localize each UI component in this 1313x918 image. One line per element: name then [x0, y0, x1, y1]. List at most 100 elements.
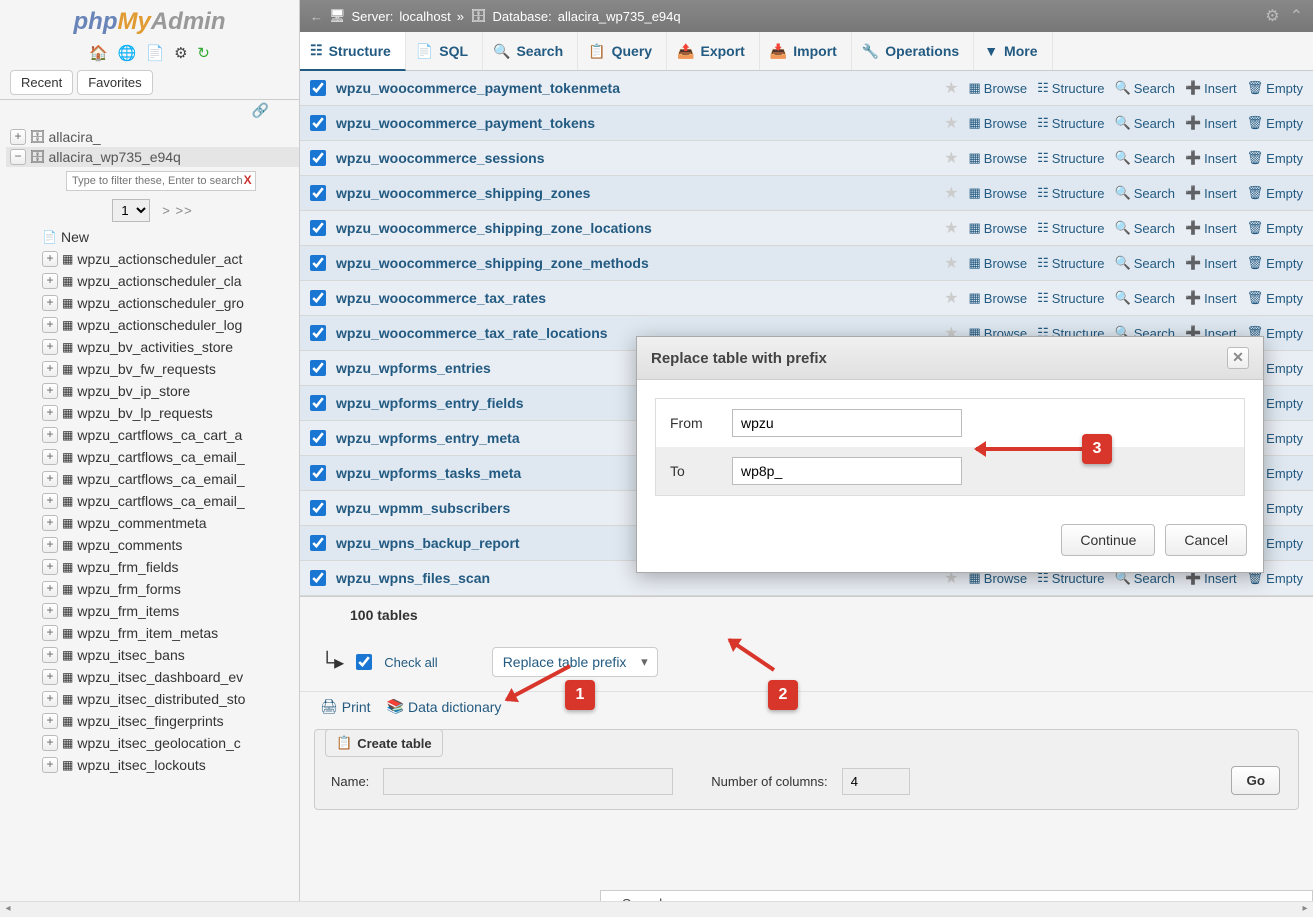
structure-link[interactable]: ☷Structure	[1037, 255, 1104, 271]
nav-new-table[interactable]: 📄 New	[6, 226, 299, 248]
check-all-label[interactable]: Check all	[384, 655, 437, 670]
table-browse-icon[interactable]: ▦	[62, 494, 73, 508]
row-checkbox[interactable]	[310, 220, 326, 236]
docs-icon[interactable]: 📄	[146, 45, 165, 62]
empty-link[interactable]: 🗑Empty	[1247, 150, 1303, 166]
table-name-link[interactable]: wpzu_woocommerce_shipping_zones	[336, 185, 934, 201]
continue-button[interactable]: Continue	[1061, 524, 1155, 556]
search-link[interactable]: 🔍Search	[1115, 255, 1175, 271]
insert-link[interactable]: ➕Insert	[1185, 220, 1237, 236]
expander-plus-icon[interactable]: +	[42, 273, 58, 289]
go-button[interactable]: Go	[1231, 766, 1280, 795]
expander-plus-icon[interactable]: +	[42, 383, 58, 399]
cancel-button[interactable]: Cancel	[1165, 524, 1247, 556]
tab-query[interactable]: 📋Query	[578, 32, 667, 70]
expander-plus-icon[interactable]: +	[42, 515, 58, 531]
expander-plus-icon[interactable]: +	[42, 537, 58, 553]
tab-structure[interactable]: ☷Structure	[300, 32, 406, 71]
table-browse-icon[interactable]: ▦	[62, 670, 73, 684]
favorite-star-icon[interactable]: ★	[944, 253, 958, 273]
page-next-link[interactable]: > >>	[162, 203, 192, 218]
row-checkbox[interactable]	[310, 80, 326, 96]
from-input[interactable]	[732, 409, 962, 437]
row-checkbox[interactable]	[310, 395, 326, 411]
table-browse-icon[interactable]: ▦	[62, 318, 73, 332]
table-browse-icon[interactable]: ▦	[62, 340, 73, 354]
expander-plus-icon[interactable]: +	[42, 713, 58, 729]
search-link[interactable]: 🔍Search	[1115, 290, 1175, 306]
table-browse-icon[interactable]: ▦	[62, 362, 73, 376]
insert-link[interactable]: ➕Insert	[1185, 185, 1237, 201]
table-browse-icon[interactable]: ▦	[62, 406, 73, 420]
to-input[interactable]	[732, 457, 962, 485]
nav-table-item[interactable]: +▦wpzu_bv_fw_requests	[6, 358, 299, 380]
table-name-link[interactable]: wpzu_woocommerce_shipping_zone_locations	[336, 220, 934, 236]
home-icon[interactable]: 🏠	[89, 45, 108, 62]
nav-table-item[interactable]: +▦wpzu_actionscheduler_cla	[6, 270, 299, 292]
table-browse-icon[interactable]: ▦	[62, 428, 73, 442]
page-select[interactable]: 1	[112, 199, 150, 222]
expander-plus-icon[interactable]: +	[42, 251, 58, 267]
expander-plus-icon[interactable]: +	[10, 129, 26, 145]
expander-plus-icon[interactable]: +	[42, 317, 58, 333]
nav-table-item[interactable]: +▦wpzu_cartflows_ca_cart_a	[6, 424, 299, 446]
expander-minus-icon[interactable]: −	[10, 149, 26, 165]
table-browse-icon[interactable]: ▦	[62, 296, 73, 310]
empty-link[interactable]: 🗑Empty	[1247, 185, 1303, 201]
filter-input[interactable]	[66, 171, 256, 191]
settings-icon[interactable]: ⚙	[174, 45, 187, 62]
row-checkbox[interactable]	[310, 465, 326, 481]
empty-link[interactable]: 🗑Empty	[1247, 80, 1303, 96]
nav-db-1[interactable]: + 🗄 allacira_	[6, 127, 299, 147]
insert-link[interactable]: ➕Insert	[1185, 80, 1237, 96]
tab-import[interactable]: 📥Import	[760, 32, 852, 70]
dialog-header[interactable]: Replace table with prefix ✕	[637, 337, 1263, 380]
table-browse-icon[interactable]: ▦	[62, 384, 73, 398]
row-checkbox[interactable]	[310, 115, 326, 131]
row-checkbox[interactable]	[310, 255, 326, 271]
expander-plus-icon[interactable]: +	[42, 339, 58, 355]
empty-link[interactable]: 🗑Empty	[1247, 220, 1303, 236]
search-link[interactable]: 🔍Search	[1115, 185, 1175, 201]
expander-plus-icon[interactable]: +	[42, 471, 58, 487]
favorite-star-icon[interactable]: ★	[944, 288, 958, 308]
nav-table-item[interactable]: +▦wpzu_itsec_fingerprints	[6, 710, 299, 732]
nav-table-item[interactable]: +▦wpzu_actionscheduler_gro	[6, 292, 299, 314]
nav-table-item[interactable]: +▦wpzu_itsec_geolocation_c	[6, 732, 299, 754]
nav-table-item[interactable]: +▦wpzu_cartflows_ca_email_	[6, 468, 299, 490]
table-name-link[interactable]: wpzu_woocommerce_tax_rates	[336, 290, 934, 306]
nav-table-item[interactable]: +▦wpzu_cartflows_ca_email_	[6, 446, 299, 468]
table-browse-icon[interactable]: ▦	[62, 582, 73, 596]
create-cols-input[interactable]	[842, 768, 910, 795]
structure-link[interactable]: ☷Structure	[1037, 220, 1104, 236]
table-browse-icon[interactable]: ▦	[62, 274, 73, 288]
table-browse-icon[interactable]: ▦	[62, 516, 73, 530]
browse-link[interactable]: ▦Browse	[968, 290, 1027, 306]
expander-plus-icon[interactable]: +	[42, 757, 58, 773]
data-dictionary-link[interactable]: 📚Data dictionary	[387, 698, 502, 715]
favorite-star-icon[interactable]: ★	[944, 218, 958, 238]
expander-plus-icon[interactable]: +	[42, 647, 58, 663]
table-browse-icon[interactable]: ▦	[62, 538, 73, 552]
tab-favorites[interactable]: Favorites	[77, 70, 152, 95]
logo[interactable]: phpMyAdmin	[0, 0, 299, 40]
table-browse-icon[interactable]: ▦	[62, 692, 73, 706]
expander-plus-icon[interactable]: +	[42, 559, 58, 575]
favorite-star-icon[interactable]: ★	[944, 148, 958, 168]
row-checkbox[interactable]	[310, 290, 326, 306]
table-browse-icon[interactable]: ▦	[62, 560, 73, 574]
table-browse-icon[interactable]: ▦	[62, 626, 73, 640]
insert-link[interactable]: ➕Insert	[1185, 255, 1237, 271]
browse-link[interactable]: ▦Browse	[968, 80, 1027, 96]
table-name-link[interactable]: wpzu_woocommerce_payment_tokens	[336, 115, 934, 131]
nav-table-item[interactable]: +▦wpzu_cartflows_ca_email_	[6, 490, 299, 512]
nav-table-item[interactable]: +▦wpzu_actionscheduler_log	[6, 314, 299, 336]
nav-db-2[interactable]: − 🗄 allacira_wp735_e94q	[6, 147, 299, 167]
db-link[interactable]: allacira_wp735_e94q	[558, 9, 681, 24]
dialog-close-button[interactable]: ✕	[1227, 347, 1249, 369]
row-checkbox[interactable]	[310, 185, 326, 201]
nav-table-item[interactable]: +▦wpzu_actionscheduler_act	[6, 248, 299, 270]
structure-link[interactable]: ☷Structure	[1037, 290, 1104, 306]
table-browse-icon[interactable]: ▦	[62, 736, 73, 750]
expander-plus-icon[interactable]: +	[42, 493, 58, 509]
